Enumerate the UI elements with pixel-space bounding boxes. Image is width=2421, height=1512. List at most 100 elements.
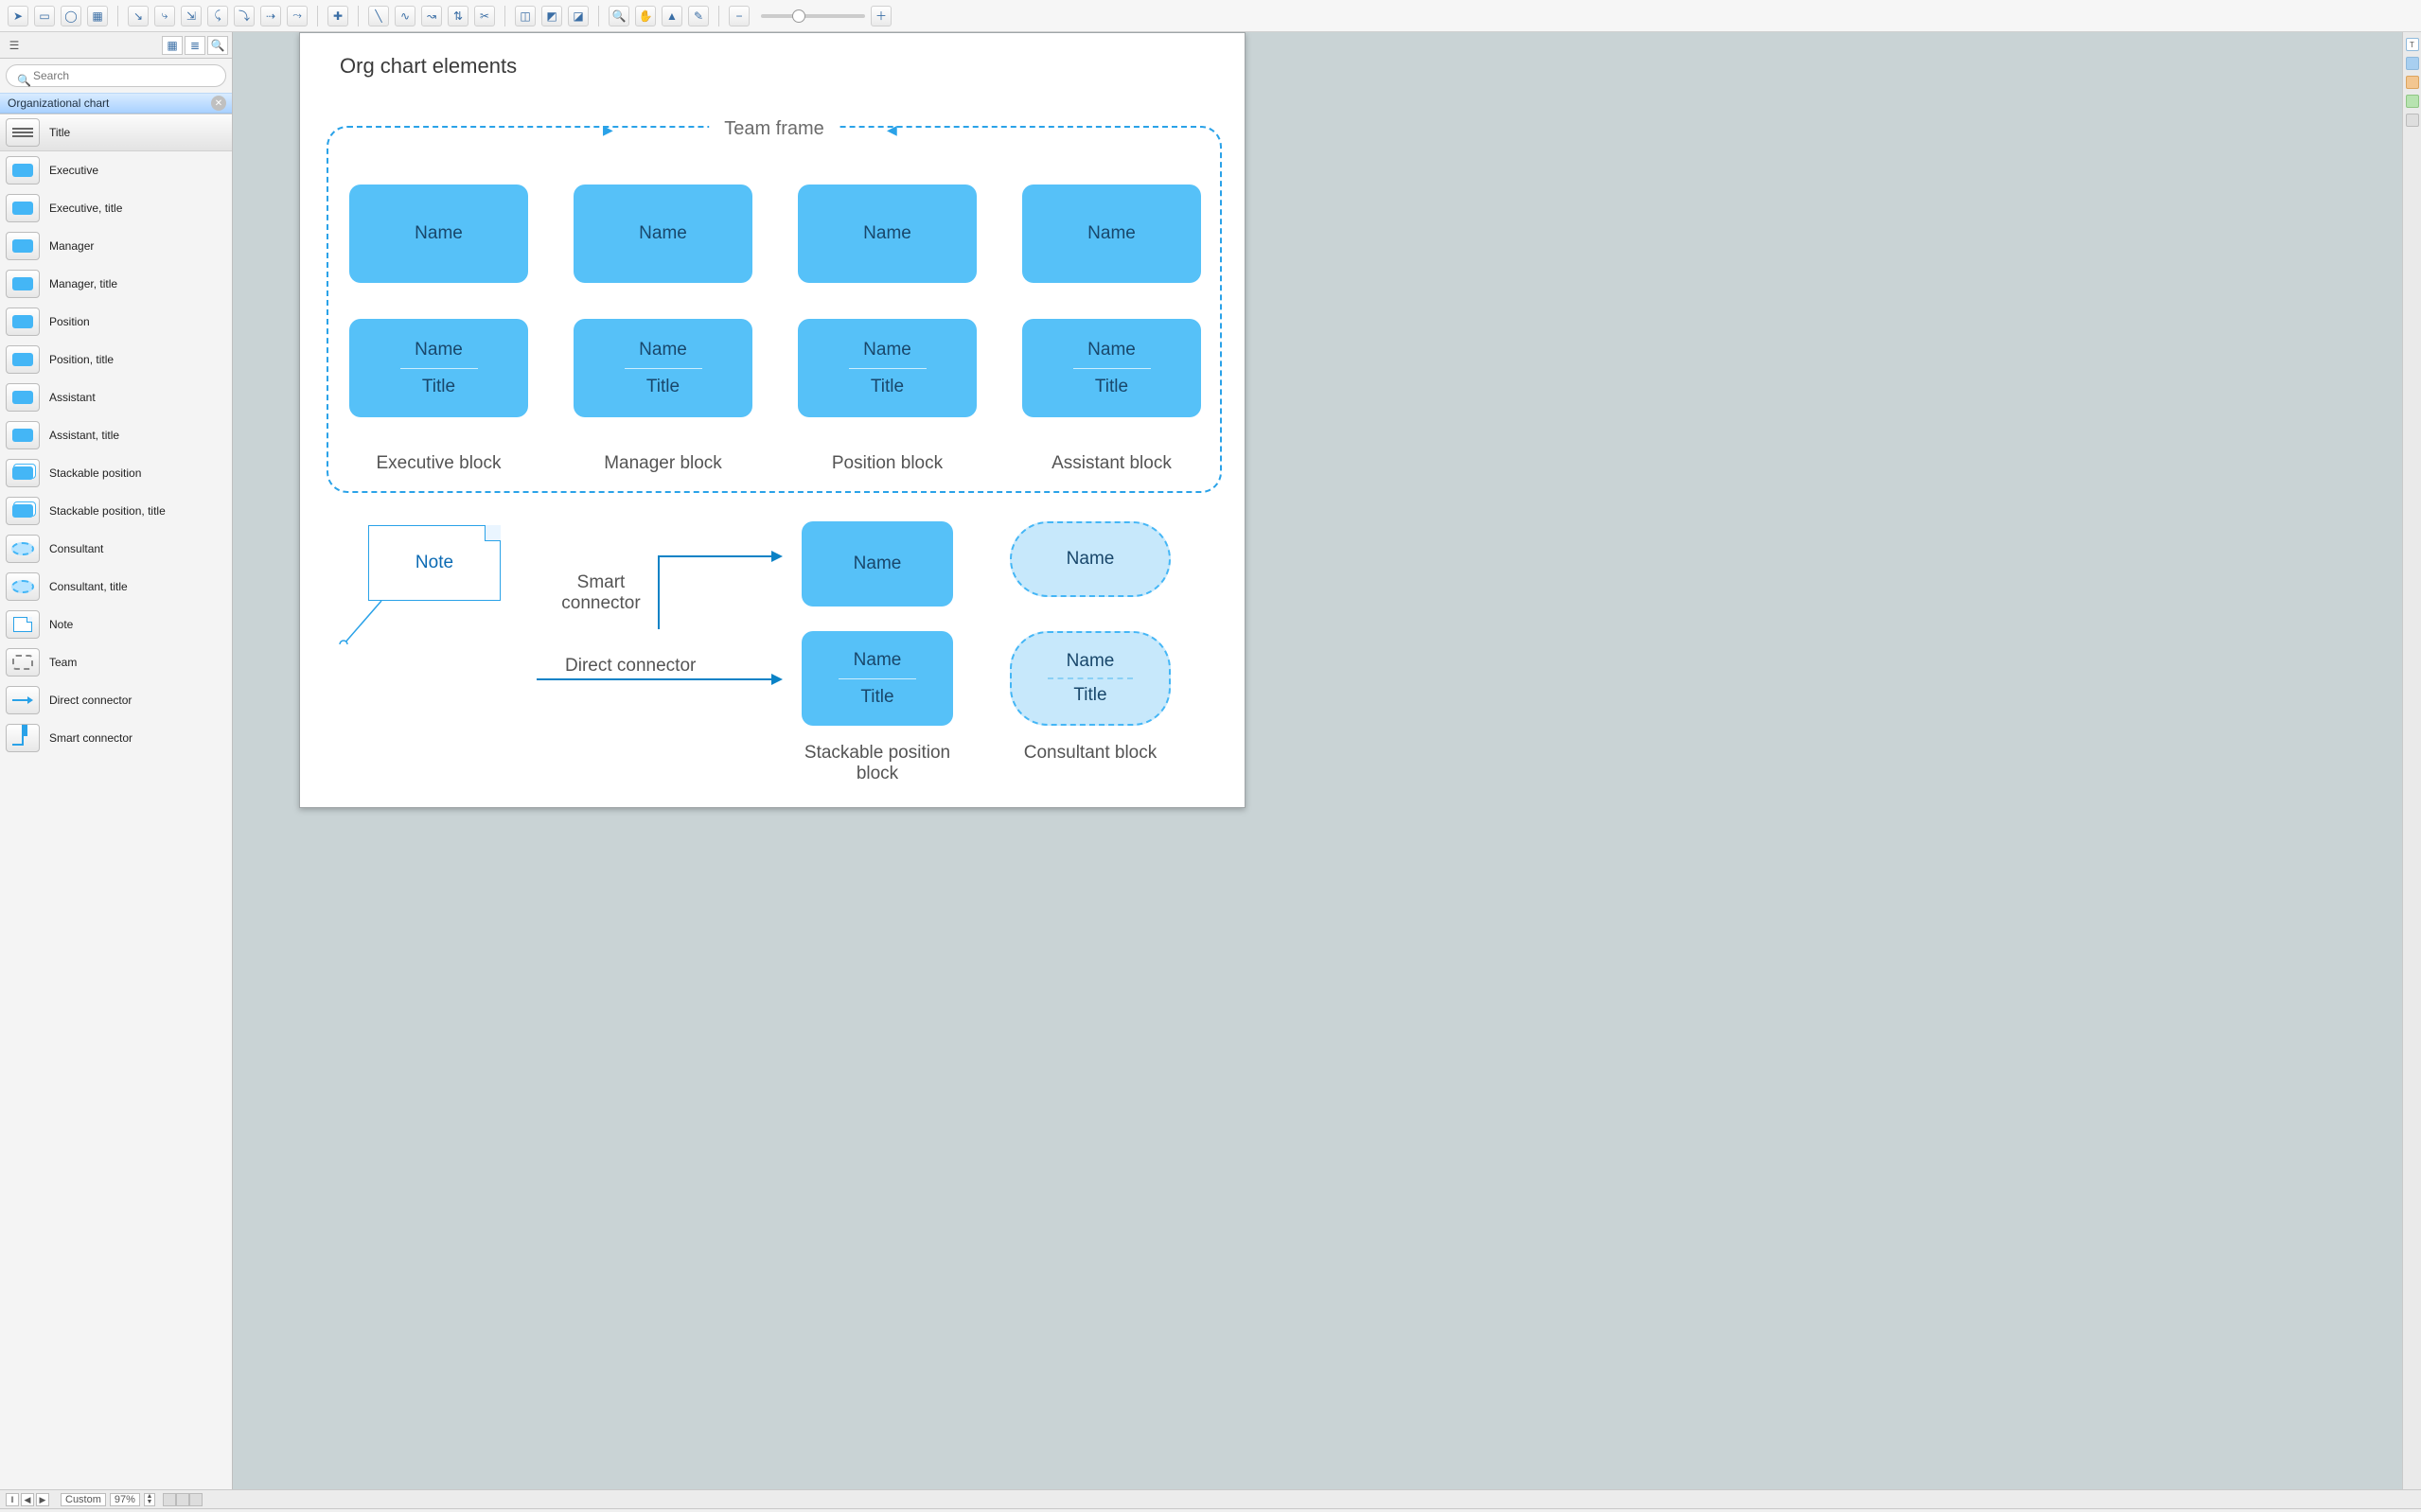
add-shape-icon[interactable]: ✚ xyxy=(327,6,348,26)
smart-connector-vertical[interactable] xyxy=(658,555,660,629)
line-tool-1-icon[interactable]: ╲ xyxy=(368,6,389,26)
connector-tool-7-icon[interactable]: ⤳ xyxy=(287,6,308,26)
library-item-position-title[interactable]: Position, title xyxy=(0,341,232,378)
page-footer-bar: ‖ ◀ ▶ Custom 97% ▲▼ xyxy=(0,1489,2421,1508)
manager-name-title-block[interactable]: Name Title xyxy=(574,319,752,417)
library-search-input[interactable] xyxy=(6,64,226,87)
consultant-name-block[interactable]: Name xyxy=(1010,521,1171,597)
right-dock-rail: T xyxy=(2402,32,2421,1489)
library-item-position[interactable]: Position xyxy=(0,303,232,341)
connector-tool-4-icon[interactable]: ⤹ xyxy=(207,6,228,26)
zoom-stepper[interactable]: ▲▼ xyxy=(144,1493,155,1506)
position-name-block[interactable]: Name xyxy=(798,185,977,283)
line-tool-3-icon[interactable]: ↝ xyxy=(421,6,442,26)
page[interactable]: Org chart elements ▶ ◀ Team frame Name N… xyxy=(299,32,1246,808)
connector-tool-1-icon[interactable]: ↘ xyxy=(128,6,149,26)
dock-chip-blue-icon[interactable] xyxy=(2406,57,2419,70)
library-item-manager-title[interactable]: Manager, title xyxy=(0,265,232,303)
rect-shape-icon[interactable]: ▭ xyxy=(34,6,55,26)
zoom-value-label[interactable]: 97% xyxy=(110,1493,140,1506)
library-item-smart-connector[interactable]: Smart connector xyxy=(0,719,232,757)
connector-tool-2-icon[interactable]: ⤷ xyxy=(154,6,175,26)
zoom-in-icon[interactable]: ＋ xyxy=(871,6,892,26)
library-item-team[interactable]: Team xyxy=(0,643,232,681)
library-item-assistant[interactable]: Assistant xyxy=(0,378,232,416)
smart-connector-label: Smart connector xyxy=(544,572,658,614)
library-tree-icon[interactable]: ☰ xyxy=(4,36,25,55)
executive-name-block[interactable]: Name xyxy=(349,185,528,283)
library-item-stackable-position-title[interactable]: Stackable position, title xyxy=(0,492,232,530)
dock-chip-orange-icon[interactable] xyxy=(2406,76,2419,89)
pointer-tool-icon[interactable]: ➤ xyxy=(8,6,28,26)
eyedropper-tool-icon[interactable]: ✎ xyxy=(688,6,709,26)
library-item-note[interactable]: Note xyxy=(0,606,232,643)
library-item-stackable-position[interactable]: Stackable position xyxy=(0,454,232,492)
assistant-name-title-block[interactable]: Name Title xyxy=(1022,319,1201,417)
library-item-consultant[interactable]: Consultant xyxy=(0,530,232,568)
team-frame-arrow-right-icon: ▶ xyxy=(603,122,613,138)
line-tool-5-icon[interactable]: ✂ xyxy=(474,6,495,26)
col-label-assistant: Assistant block xyxy=(1022,453,1201,474)
library-item-executive-title[interactable]: Executive, title xyxy=(0,189,232,227)
group-tool-1-icon[interactable]: ◫ xyxy=(515,6,536,26)
note-shape[interactable]: Note xyxy=(368,525,501,601)
smart-connector-horizontal[interactable] xyxy=(658,555,781,557)
group-tool-2-icon[interactable]: ◩ xyxy=(541,6,562,26)
connector-tool-6-icon[interactable]: ⇢ xyxy=(260,6,281,26)
main-toolbar: ➤ ▭ ◯ ▦ ↘ ⤷ ⇲ ⤹ ⤵ ⇢ ⤳ ✚ ╲ ∿ ↝ ⇅ ✂ ◫ ◩ ◪ … xyxy=(0,0,2421,32)
zoom-slider[interactable] xyxy=(761,14,865,18)
page-title: Org chart elements xyxy=(340,54,517,79)
assistant-name-block[interactable]: Name xyxy=(1022,185,1201,283)
library-search-icon[interactable]: 🔍 xyxy=(207,36,228,55)
page-tab-1[interactable] xyxy=(163,1493,176,1506)
page-tab-3[interactable] xyxy=(189,1493,203,1506)
position-name-title-block[interactable]: Name Title xyxy=(798,319,977,417)
page-prev-button[interactable]: ◀ xyxy=(21,1493,34,1506)
dock-chip-green-icon[interactable] xyxy=(2406,95,2419,108)
library-section-header[interactable]: Organizational chart ✕ xyxy=(0,93,232,114)
dock-chip-gray-icon[interactable] xyxy=(2406,114,2419,127)
status-bar: Ready M: [ -0.13, 0.26 ] xyxy=(0,1508,2421,1512)
col-label-position: Position block xyxy=(798,453,977,474)
consultant-name-title-block[interactable]: Name Title xyxy=(1010,631,1171,726)
col-label-manager: Manager block xyxy=(574,453,752,474)
col-label-executive: Executive block xyxy=(349,453,528,474)
canvas-area[interactable]: Org chart elements ▶ ◀ Team frame Name N… xyxy=(233,32,2421,1489)
shape-library-list: Title Executive Executive, title Manager… xyxy=(0,114,232,1489)
consultant-block-label: Consultant block xyxy=(1005,743,1175,764)
library-list-view-icon[interactable]: ≣ xyxy=(185,36,205,55)
dock-chip-text-icon[interactable]: T xyxy=(2406,38,2419,51)
stamp-tool-icon[interactable]: ▲ xyxy=(662,6,682,26)
page-tab-2[interactable] xyxy=(176,1493,189,1506)
library-item-direct-connector[interactable]: Direct connector xyxy=(0,681,232,719)
group-tool-3-icon[interactable]: ◪ xyxy=(568,6,589,26)
line-tool-4-icon[interactable]: ⇅ xyxy=(448,6,468,26)
zoom-out-icon[interactable]: − xyxy=(729,6,750,26)
stackable-position-block-label: Stackable position block xyxy=(792,743,963,784)
line-tool-2-icon[interactable]: ∿ xyxy=(395,6,415,26)
zoom-mode-label[interactable]: Custom xyxy=(61,1493,106,1506)
library-item-executive[interactable]: Executive xyxy=(0,151,232,189)
table-shape-icon[interactable]: ▦ xyxy=(87,6,108,26)
team-frame-shape[interactable]: ▶ ◀ Team frame Name Name Name Name xyxy=(327,126,1222,493)
zoom-fit-icon[interactable]: 🔍 xyxy=(609,6,629,26)
stackable-position-name-block[interactable]: Name xyxy=(802,521,953,607)
direct-connector[interactable] xyxy=(537,678,781,680)
library-item-consultant-title[interactable]: Consultant, title xyxy=(0,568,232,606)
manager-name-block[interactable]: Name xyxy=(574,185,752,283)
library-section-close-icon[interactable]: ✕ xyxy=(211,96,226,111)
stackable-position-name-title-block[interactable]: Name Title xyxy=(802,631,953,726)
library-sidebar: ☰ ▦ ≣ 🔍 🔍 Organizational chart ✕ Title E… xyxy=(0,32,233,1489)
library-item-title[interactable]: Title xyxy=(0,114,232,151)
connector-tool-3-icon[interactable]: ⇲ xyxy=(181,6,202,26)
library-grid-view-icon[interactable]: ▦ xyxy=(162,36,183,55)
hand-tool-icon[interactable]: ✋ xyxy=(635,6,656,26)
page-tabs xyxy=(163,1493,203,1506)
library-item-manager[interactable]: Manager xyxy=(0,227,232,265)
executive-name-title-block[interactable]: Name Title xyxy=(349,319,528,417)
page-next-button[interactable]: ▶ xyxy=(36,1493,49,1506)
library-item-assistant-title[interactable]: Assistant, title xyxy=(0,416,232,454)
page-prev2-button[interactable]: ‖ xyxy=(6,1493,19,1506)
ellipse-shape-icon[interactable]: ◯ xyxy=(61,6,81,26)
connector-tool-5-icon[interactable]: ⤵ xyxy=(234,6,255,26)
